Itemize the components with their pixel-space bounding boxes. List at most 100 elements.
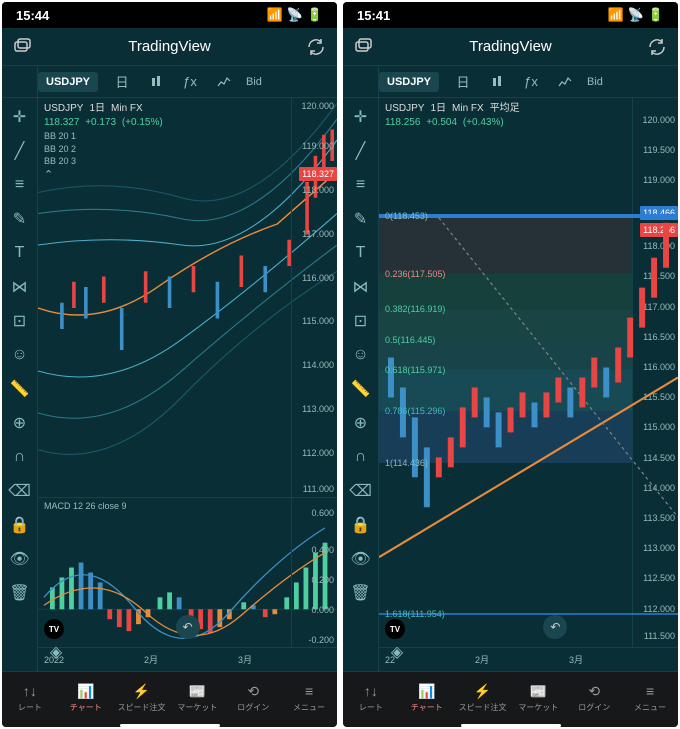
status-time: 15:44	[16, 8, 49, 23]
delete-icon[interactable]: 🗑	[352, 584, 370, 602]
lock-icon[interactable]: 🔒	[352, 516, 370, 534]
signal-icon: 📶	[266, 7, 282, 23]
fib-label: 0.786(115.296)	[385, 406, 445, 416]
brush-icon[interactable]: ✎	[11, 210, 29, 228]
lock-icon[interactable]: 🔒	[11, 516, 29, 534]
eye-icon[interactable]: 👁	[352, 550, 370, 568]
crosshair-icon[interactable]: ✛	[352, 108, 370, 126]
chart-info: USDJPY1日Min FX 118.327 +0.173 (+0.15%) B…	[44, 102, 166, 183]
refresh-icon[interactable]	[305, 36, 327, 58]
nav-chart[interactable]: 📊チャート	[399, 672, 455, 723]
pattern-icon[interactable]: ⋈	[352, 278, 370, 296]
text-icon[interactable]: T	[11, 244, 29, 262]
nav-speed-order[interactable]: ⚡スピード注文	[455, 672, 511, 723]
phone-left: 15:44 📶 📡 🔋 TradingView USDJPY 日 ƒx Bid …	[2, 2, 337, 727]
fib-label: 1(114.436)	[385, 458, 428, 468]
symbol-pill[interactable]: USDJPY	[38, 72, 98, 92]
home-indicator[interactable]	[343, 723, 678, 727]
time-axis[interactable]: 222月3月	[379, 647, 678, 671]
trendline-icon[interactable]: ╱	[11, 142, 29, 160]
signal-icon: 📶	[607, 7, 623, 23]
emoji-icon[interactable]: ☺	[11, 346, 29, 364]
nav-speed-order[interactable]: ⚡スピード注文	[114, 672, 170, 723]
forecast-icon[interactable]: ⊡	[352, 312, 370, 330]
status-right: 📶 📡 🔋	[266, 7, 323, 23]
ruler-icon[interactable]: 📏	[352, 380, 370, 398]
ruler-icon[interactable]: 📏	[11, 380, 29, 398]
nav-chart[interactable]: 📊チャート	[58, 672, 114, 723]
interval-day-icon[interactable]: 日	[114, 74, 130, 90]
magnet-icon[interactable]: ∩	[352, 448, 370, 466]
chart-toolbar: USDJPY 日 ƒx Bid	[2, 66, 337, 98]
layers-icon[interactable]: ◈	[38, 637, 74, 667]
macd-label: MACD 12 26 close 9	[44, 501, 127, 511]
fx-icon[interactable]: ƒx	[182, 74, 198, 90]
nav-login[interactable]: ⟲ログイン	[225, 672, 281, 723]
bottom-nav: ↑↓レート 📊チャート ⚡スピード注文 📰マーケット ⟲ログイン ≡メニュー	[343, 671, 678, 723]
undo-button[interactable]: ↶	[176, 615, 200, 639]
eye-icon[interactable]: 👁	[11, 550, 29, 568]
delete-icon[interactable]: 🗑	[11, 584, 29, 602]
nav-market[interactable]: 📰マーケット	[169, 672, 225, 723]
windows-icon[interactable]	[353, 36, 375, 58]
candle-icon[interactable]	[489, 74, 505, 90]
forecast-icon[interactable]: ⊡	[11, 312, 29, 330]
app-title: TradingView	[469, 38, 552, 55]
app-title: TradingView	[128, 38, 211, 55]
nav-rate[interactable]: ↑↓レート	[2, 672, 58, 723]
macd-chart[interactable]: MACD 12 26 close 9	[38, 497, 337, 647]
bid-label[interactable]: Bid	[587, 76, 603, 88]
brush-icon[interactable]: ✎	[352, 210, 370, 228]
windows-icon[interactable]	[12, 36, 34, 58]
interval-day-icon[interactable]: 日	[455, 74, 471, 90]
emoji-icon[interactable]: ☺	[352, 346, 370, 364]
zoom-icon[interactable]: ⊕	[11, 414, 29, 432]
layers-icon[interactable]: ◈	[379, 637, 415, 667]
lines-icon[interactable]: ≡	[11, 176, 29, 194]
main-chart[interactable]: USDJPY1日Min FX平均足 118.256 +0.504 (+0.43%…	[379, 98, 678, 647]
chart-toolbar: USDJPY 日 ƒx Bid	[343, 66, 678, 98]
lines-icon[interactable]: ≡	[352, 176, 370, 194]
eraser-icon[interactable]: ⌫	[352, 482, 370, 500]
symbol-pill[interactable]: USDJPY	[379, 72, 439, 92]
macd-axis[interactable]: 0.600 0.400 0.200 0.000 -0.200	[291, 498, 337, 647]
status-time: 15:41	[357, 8, 390, 23]
chart-info: USDJPY1日Min FX平均足 118.256 +0.504 (+0.43%…	[385, 102, 526, 130]
status-bar: 15:44 📶 📡 🔋	[2, 2, 337, 28]
battery-icon: 🔋	[307, 7, 323, 23]
nav-market[interactable]: 📰マーケット	[510, 672, 566, 723]
price-axis[interactable]: 120.000 119.000 118.327 118.000 117.000 …	[291, 98, 337, 497]
fib-label: 0(118.453)	[385, 211, 428, 221]
tradingview-badge[interactable]: TV	[44, 619, 64, 639]
indicator-icon[interactable]	[216, 74, 232, 90]
home-indicator[interactable]	[2, 723, 337, 727]
main-chart[interactable]: USDJPY1日Min FX 118.327 +0.173 (+0.15%) B…	[38, 98, 337, 497]
refresh-icon[interactable]	[646, 36, 668, 58]
bid-label[interactable]: Bid	[246, 76, 262, 88]
drawing-toolbar: ✛ ╱ ≡ ✎ T ⋈ ⊡ ☺ 📏 ⊕ ∩ ⌫ 🔒 👁 🗑	[343, 66, 379, 671]
last-price-tag: 118.327	[299, 167, 337, 181]
battery-icon: 🔋	[648, 7, 664, 23]
nav-menu[interactable]: ≡メニュー	[281, 672, 337, 723]
nav-login[interactable]: ⟲ログイン	[566, 672, 622, 723]
nav-menu[interactable]: ≡メニュー	[622, 672, 678, 723]
text-icon[interactable]: T	[352, 244, 370, 262]
magnet-icon[interactable]: ∩	[11, 448, 29, 466]
trendline-icon[interactable]: ╱	[352, 142, 370, 160]
fib-label: 0.382(116.919)	[385, 304, 445, 314]
fib-label: 0.618(115.971)	[385, 365, 445, 375]
eraser-icon[interactable]: ⌫	[11, 482, 29, 500]
crosshair-icon[interactable]: ✛	[11, 108, 29, 126]
bottom-nav: ↑↓レート 📊チャート ⚡スピード注文 📰マーケット ⟲ログイン ≡メニュー	[2, 671, 337, 723]
fib-label: 0.5(116.445)	[385, 335, 435, 345]
fib-label: 0.236(117.505)	[385, 269, 445, 279]
nav-rate[interactable]: ↑↓レート	[343, 672, 399, 723]
candle-icon[interactable]	[148, 74, 164, 90]
app-header: TradingView	[343, 28, 678, 66]
fx-icon[interactable]: ƒx	[523, 74, 539, 90]
pattern-icon[interactable]: ⋈	[11, 278, 29, 296]
phone-right: 15:41 📶 📡 🔋 TradingView USDJPY 日 ƒx Bid …	[343, 2, 678, 727]
zoom-icon[interactable]: ⊕	[352, 414, 370, 432]
time-axis[interactable]: 20222月3月	[38, 647, 337, 671]
indicator-icon[interactable]	[557, 74, 573, 90]
